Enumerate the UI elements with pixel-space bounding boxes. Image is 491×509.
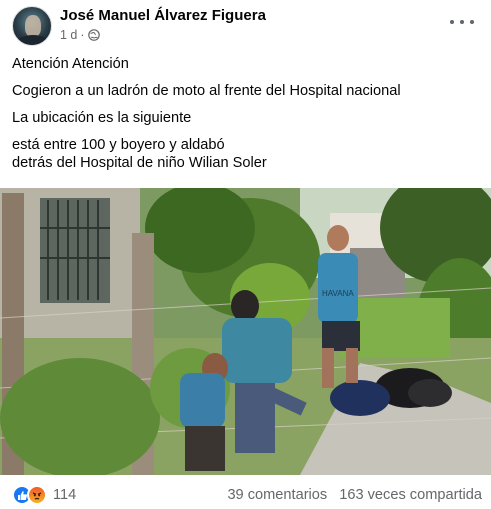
- post-photo[interactable]: HAVANA: [0, 188, 491, 475]
- shares-link[interactable]: 163 veces compartida: [339, 487, 482, 503]
- angry-icon: [27, 485, 47, 505]
- photo-scene: HAVANA: [0, 188, 491, 475]
- post-footer: 114 39 comentarios 163 veces compartida: [12, 485, 482, 507]
- author-avatar[interactable]: [12, 6, 52, 46]
- author-name[interactable]: José Manuel Álvarez Figuera: [60, 7, 266, 24]
- meta-separator: ·: [80, 28, 85, 42]
- reaction-count: 114: [53, 487, 77, 503]
- post-text: Atención Atención Cogieron a un ladrón d…: [12, 55, 482, 172]
- post-text-line: La ubicación es la siguiente: [12, 110, 192, 126]
- post-text-line: detrás del Hospital de niño Wilian Soler: [12, 155, 267, 171]
- facebook-post: José Manuel Álvarez Figuera 1 d · Atenci…: [0, 0, 491, 509]
- shirt-text: HAVANA: [322, 289, 354, 298]
- post-header: José Manuel Álvarez Figuera 1 d ·: [12, 6, 482, 46]
- engagement-counts: 39 comentarios 163 veces compartida: [227, 487, 482, 503]
- comments-link[interactable]: 39 comentarios: [227, 487, 327, 503]
- post-text-line: Atención Atención: [12, 56, 129, 72]
- reactions-summary[interactable]: 114: [12, 485, 76, 505]
- post-text-line: está entre 100 y boyero y aldabó: [12, 137, 225, 153]
- post-meta: 1 d ·: [60, 28, 100, 42]
- post-text-line: Cogieron a un ladrón de moto al frente d…: [12, 83, 401, 99]
- more-horizontal-icon[interactable]: [450, 14, 474, 30]
- globe-icon[interactable]: [87, 29, 100, 41]
- post-timestamp[interactable]: 1 d: [60, 28, 77, 42]
